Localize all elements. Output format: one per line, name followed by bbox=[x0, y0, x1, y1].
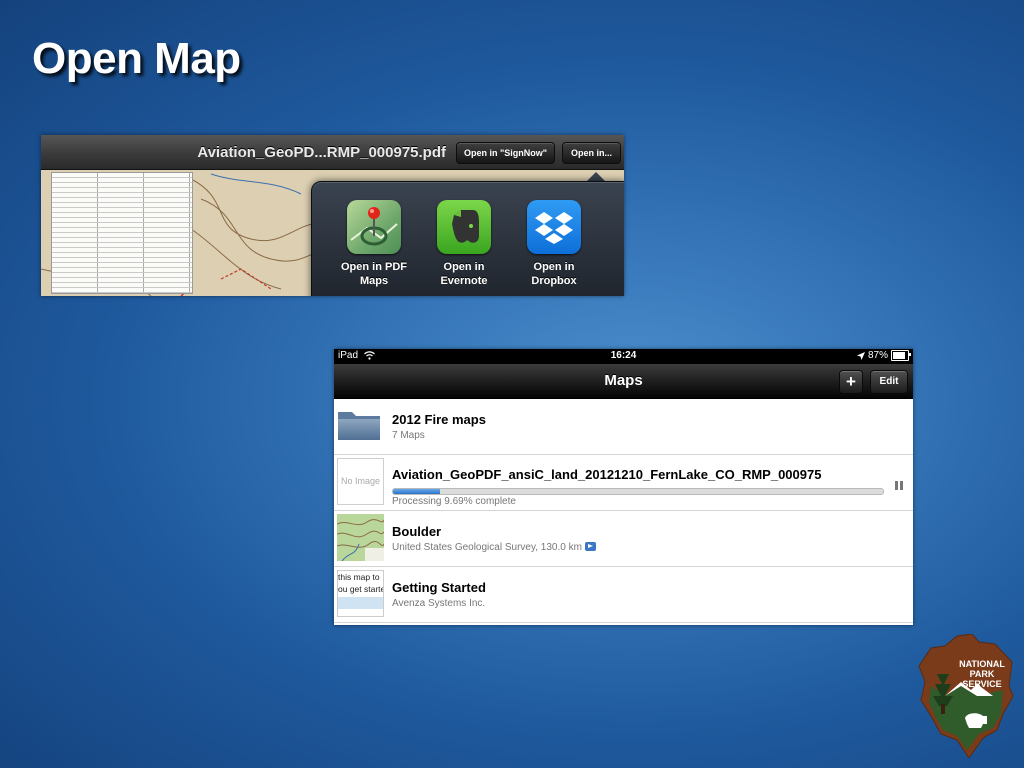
pause-icon[interactable] bbox=[895, 481, 904, 490]
distance-arrow-icon bbox=[584, 542, 596, 551]
status-bar: iPad 16:24 87% bbox=[334, 349, 913, 364]
dropbox-label-line2: Dropbox bbox=[531, 275, 577, 287]
folder-count: 7 Maps bbox=[392, 430, 425, 441]
no-image-thumbnail: No Image bbox=[337, 458, 384, 505]
open-in-button[interactable]: Open in... bbox=[562, 142, 621, 164]
pdf-maps-label-line1: Open in PDF bbox=[341, 261, 407, 273]
pdf-maps-label-line2: Maps bbox=[359, 275, 389, 287]
evernote-label-line2: Evernote bbox=[440, 275, 488, 287]
processing-map-title: Aviation_GeoPDF_ansiC_land_20121210_Fern… bbox=[392, 467, 822, 482]
thumb-text-line2: ou get starte bbox=[338, 584, 384, 594]
list-item-processing[interactable]: No Image Aviation_GeoPDF_ansiC_land_2012… bbox=[334, 455, 913, 511]
nps-arrowhead-logo: NATIONAL PARK SERVICE bbox=[918, 634, 1014, 758]
pdf-toolbar: Aviation_GeoPD...RMP_000975.pdf Open in … bbox=[41, 135, 624, 170]
open-in-screenshot: Aviation_GeoPD...RMP_000975.pdf Open in … bbox=[41, 135, 624, 296]
evernote-icon[interactable] bbox=[437, 200, 491, 254]
nav-title: Maps bbox=[604, 372, 643, 389]
slide-title: Open Map bbox=[32, 34, 241, 83]
boulder-source: United States Geological Survey, 130.0 k… bbox=[392, 542, 582, 553]
open-in-popover: Open in PDF Maps Open in Evernote Open i… bbox=[311, 181, 624, 296]
evernote-label-line1: Open in bbox=[443, 261, 485, 273]
list-item-folder[interactable]: 2012 Fire maps 7 Maps bbox=[334, 399, 913, 455]
edit-button[interactable]: Edit bbox=[870, 370, 908, 394]
nps-logo-line1: NATIONAL bbox=[959, 659, 1005, 669]
boulder-subtitle: United States Geological Survey, 130.0 k… bbox=[392, 542, 596, 553]
dropbox-label-line1: Open in bbox=[533, 261, 575, 273]
nps-logo-line3: SERVICE bbox=[962, 679, 1001, 689]
getting-started-subtitle: Avenza Systems Inc. bbox=[392, 598, 486, 609]
boulder-map-thumbnail bbox=[337, 514, 384, 561]
battery-icon bbox=[891, 350, 911, 361]
navigation-bar: Maps + Edit bbox=[334, 364, 913, 399]
thumb-text-line1: this map to bbox=[338, 572, 380, 582]
folder-icon bbox=[338, 412, 380, 440]
status-time: 16:24 bbox=[610, 350, 637, 361]
location-arrow-icon bbox=[856, 351, 865, 360]
getting-started-thumbnail: this map to ou get starte bbox=[337, 570, 384, 617]
progress-bar bbox=[392, 488, 884, 495]
nps-logo-line2: PARK bbox=[970, 669, 995, 679]
pdf-maps-icon[interactable] bbox=[347, 200, 401, 254]
list-item-boulder[interactable]: Boulder United States Geological Survey,… bbox=[334, 511, 913, 567]
getting-started-title: Getting Started bbox=[392, 580, 486, 595]
data-table-overlay bbox=[51, 172, 193, 294]
battery-percent: 87% bbox=[867, 350, 888, 361]
open-in-dropbox-option[interactable]: Open in Dropbox bbox=[514, 200, 594, 288]
add-map-button[interactable]: + bbox=[839, 370, 863, 394]
folder-title: 2012 Fire maps bbox=[392, 412, 486, 427]
list-item-getting-started[interactable]: this map to ou get starte Getting Starte… bbox=[334, 567, 913, 623]
dropbox-icon[interactable] bbox=[527, 200, 581, 254]
open-in-pdf-maps-option[interactable]: Open in PDF Maps bbox=[334, 200, 414, 288]
document-title: Aviation_GeoPD...RMP_000975.pdf bbox=[197, 144, 446, 161]
processing-status: Processing 9.69% complete bbox=[392, 496, 516, 507]
open-in-signnow-button[interactable]: Open in "SignNow" bbox=[456, 142, 555, 164]
boulder-title: Boulder bbox=[392, 524, 442, 539]
maps-list-screenshot: iPad 16:24 87% Maps + Edit 2012 Fire map… bbox=[334, 349, 913, 625]
open-in-evernote-option[interactable]: Open in Evernote bbox=[424, 200, 504, 288]
maps-list: 2012 Fire maps 7 Maps No Image Aviation_… bbox=[334, 399, 913, 623]
